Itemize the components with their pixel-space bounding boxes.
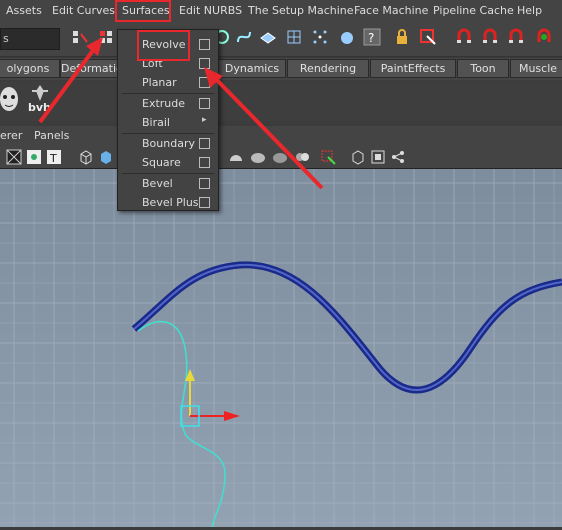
annotation-arrows — [38, 37, 324, 190]
